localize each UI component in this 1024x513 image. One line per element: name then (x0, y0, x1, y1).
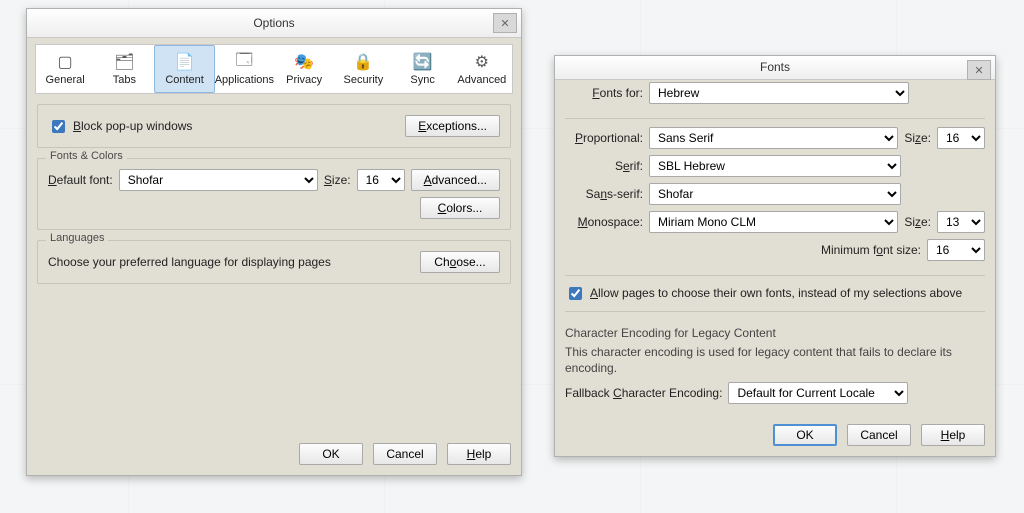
tab-label: Sync (410, 74, 434, 86)
gear-icon: ⚙ (472, 52, 492, 72)
document-icon: 📄 (175, 52, 195, 72)
tab-label: General (46, 74, 85, 86)
mask-icon: 🎭 (294, 52, 314, 72)
ok-button[interactable]: OK (773, 424, 837, 446)
tab-privacy[interactable]: 🎭 Privacy (275, 45, 334, 93)
encoding-description: This character encoding is used for lega… (565, 344, 985, 376)
tab-sync[interactable]: 🔄 Sync (394, 45, 453, 93)
languages-label: Languages (46, 232, 108, 244)
tab-label: Content (165, 74, 204, 86)
tab-content[interactable]: 📄 Content (154, 45, 214, 93)
block-popups-checkbox[interactable]: BBlock pop-up windowslock pop-up windows (48, 117, 192, 136)
languages-group: Languages Choose your preferred language… (37, 240, 511, 284)
switch-icon: ▢ (55, 52, 75, 72)
size-label: Size: (324, 173, 351, 187)
sans-serif-select[interactable]: Shofar (649, 183, 901, 205)
proportional-label: Proportional: (565, 131, 643, 145)
cancel-button[interactable]: Cancel (847, 424, 911, 446)
allow-pages-checkbox[interactable]: Allow pages to choose their own fonts, i… (565, 284, 985, 303)
fonts-for-select[interactable]: Hebrew (649, 82, 909, 104)
advanced-button[interactable]: Advanced... (411, 169, 500, 191)
min-font-size-label: Minimum font size: (821, 243, 921, 257)
serif-label: Serif: (565, 159, 643, 173)
tab-label: Advanced (457, 74, 506, 86)
fonts-title: Fonts (760, 60, 790, 74)
colors-button[interactable]: Colors... (420, 197, 500, 219)
options-category-toolbar: ▢ General 🗂 Tabs 📄 Content 🗔 Application… (35, 44, 513, 94)
languages-text: Choose your preferred language for displ… (48, 255, 331, 269)
help-button[interactable]: Help (921, 424, 985, 446)
fallback-encoding-select[interactable]: Default for Current Locale (728, 382, 908, 404)
tab-label: Tabs (113, 74, 136, 86)
tab-security[interactable]: 🔒 Security (334, 45, 393, 93)
options-window: Options ✕ ▢ General 🗂 Tabs 📄 Content 🗔 A… (26, 8, 522, 476)
tab-label: Applications (215, 74, 274, 86)
encoding-section-title: Character Encoding for Legacy Content (565, 326, 985, 340)
apps-icon: 🗔 (234, 52, 254, 72)
lock-icon: 🔒 (353, 52, 373, 72)
default-font-size-select[interactable]: 16 (357, 169, 405, 191)
monospace-size-select[interactable]: 13 (937, 211, 985, 233)
fonts-window: Fonts ✕ Fonts for: Hebrew Proportional: … (554, 55, 996, 457)
min-font-size-select[interactable]: 16 (927, 239, 985, 261)
close-icon[interactable]: ✕ (493, 13, 517, 33)
fonts-for-label: Fonts for: (565, 86, 643, 100)
fonts-dialog-buttons: OK Cancel Help (555, 418, 995, 456)
options-titlebar: Options ✕ (27, 9, 521, 38)
cancel-button[interactable]: Cancel (373, 443, 437, 465)
default-font-label: Default font: (48, 173, 113, 187)
tab-applications[interactable]: 🗔 Applications (215, 45, 275, 93)
folder-icon: 🗂 (114, 52, 134, 72)
sync-icon: 🔄 (413, 52, 433, 72)
default-font-select[interactable]: Shofar (119, 169, 318, 191)
proportional-size-select[interactable]: 16 (937, 127, 985, 149)
mono-size-label: Size: (904, 215, 931, 229)
tab-advanced[interactable]: ⚙ Advanced (453, 45, 512, 93)
proportional-select[interactable]: Sans Serif (649, 127, 898, 149)
choose-button[interactable]: Choose... (420, 251, 500, 273)
tab-general[interactable]: ▢ General (36, 45, 95, 93)
fallback-encoding-label: Fallback Character Encoding: (565, 386, 722, 400)
sans-serif-label: Sans-serif: (565, 187, 643, 201)
help-button[interactable]: Help (447, 443, 511, 465)
tab-label: Security (344, 74, 384, 86)
popups-group: BBlock pop-up windowslock pop-up windows… (37, 104, 511, 148)
close-icon[interactable]: ✕ (967, 60, 991, 80)
ok-button[interactable]: OK (299, 443, 363, 465)
fonts-colors-label: Fonts & Colors (46, 150, 127, 162)
prop-size-label: Size: (904, 131, 931, 145)
monospace-select[interactable]: Miriam Mono CLM (649, 211, 898, 233)
fonts-titlebar: Fonts ✕ (555, 56, 995, 80)
fonts-colors-group: Fonts & Colors Default font: Shofar Size… (37, 158, 511, 230)
monospace-label: Monospace: (565, 215, 643, 229)
options-dialog-buttons: OK Cancel Help (27, 437, 521, 475)
exceptions-button[interactable]: Exceptions... (405, 115, 500, 137)
options-title: Options (253, 16, 294, 30)
tab-label: Privacy (286, 74, 322, 86)
serif-select[interactable]: SBL Hebrew (649, 155, 901, 177)
tab-tabs[interactable]: 🗂 Tabs (95, 45, 154, 93)
